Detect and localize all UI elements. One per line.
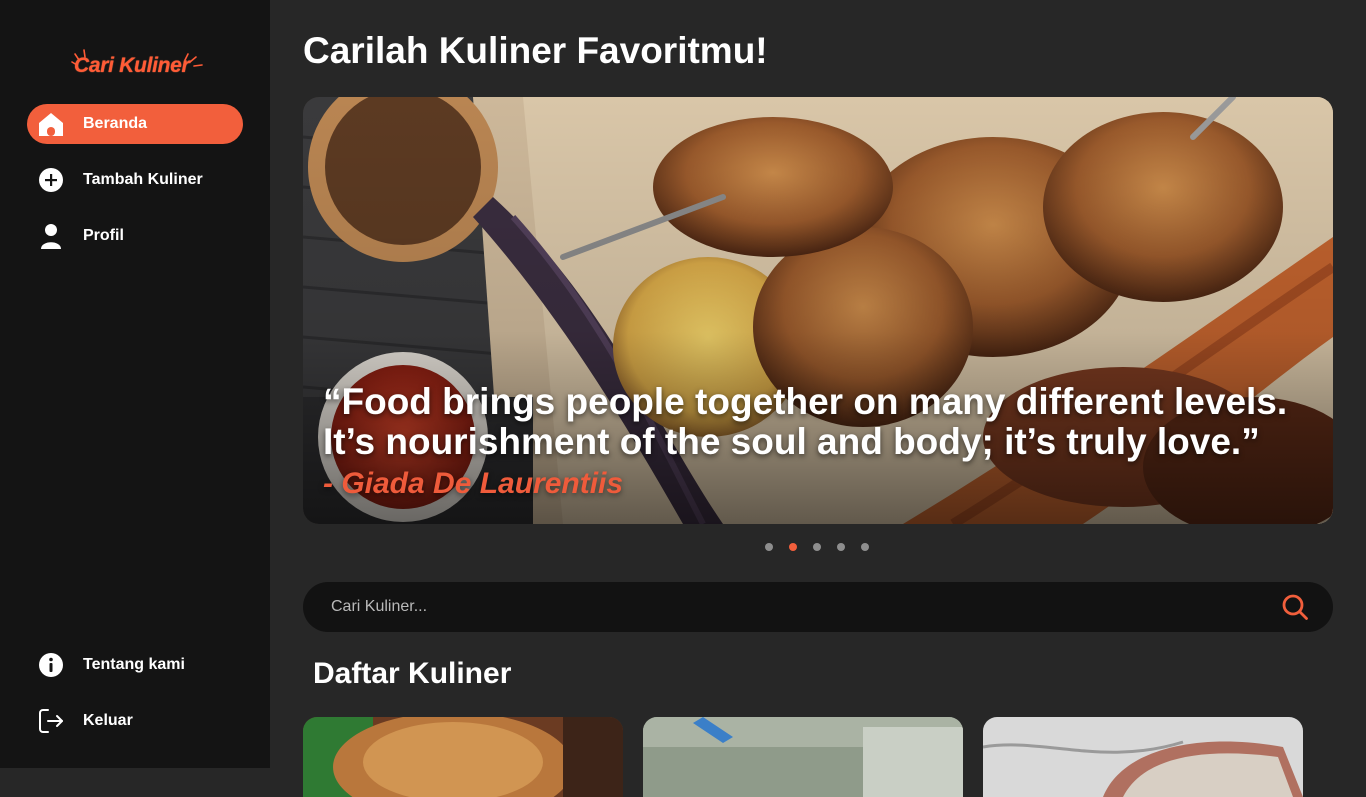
carousel-dot[interactable] (765, 543, 773, 551)
list-title: Daftar Kuliner (313, 657, 512, 690)
kuliner-card-image (643, 717, 963, 797)
sidebar-item-keluar[interactable]: Keluar (27, 701, 243, 741)
page-title: Carilah Kuliner Favoritmu! (303, 30, 768, 71)
carousel-dot[interactable] (837, 543, 845, 551)
kuliner-card[interactable] (303, 717, 623, 797)
carousel-dot-active[interactable] (789, 543, 797, 551)
hero-carousel[interactable]: “Food brings people together on many dif… (303, 97, 1333, 524)
user-icon (38, 223, 64, 249)
carousel-dot[interactable] (813, 543, 821, 551)
kuliner-card-image (303, 717, 623, 797)
sidebar-item-label: Profil (83, 227, 124, 244)
sidebar-item-label: Tambah Kuliner (83, 171, 203, 188)
kuliner-card[interactable] (643, 717, 963, 797)
carousel-indicators (765, 543, 869, 551)
sidebar-item-beranda[interactable]: Beranda (27, 104, 243, 144)
sidebar: Cari Kuliner Beranda Tambah Kuliner Prof… (0, 0, 270, 768)
kuliner-card[interactable] (983, 717, 1303, 797)
search-bar (303, 582, 1333, 632)
carousel-quote-author: - Giada De Laurentiis (323, 467, 624, 500)
info-icon (38, 652, 64, 678)
search-input[interactable] (331, 582, 1231, 632)
kuliner-card-image (983, 717, 1303, 797)
sidebar-item-label: Beranda (83, 115, 148, 132)
brand-logo[interactable]: Cari Kuliner (70, 48, 206, 86)
home-icon (38, 111, 64, 137)
plus-circle-icon (38, 167, 64, 193)
sidebar-item-tambah-kuliner[interactable]: Tambah Kuliner (27, 160, 243, 200)
brand-logo-text: Cari Kuliner (74, 54, 190, 77)
search-icon[interactable] (1281, 593, 1309, 621)
sidebar-item-tentang-kami[interactable]: Tentang kami (27, 645, 243, 685)
sidebar-item-profil[interactable]: Profil (27, 216, 243, 256)
carousel-dot[interactable] (861, 543, 869, 551)
sidebar-item-label: Tentang kami (83, 656, 185, 673)
carousel-quote: “Food brings people together on many dif… (323, 381, 1288, 462)
logout-icon (38, 708, 64, 734)
main-content: Carilah Kuliner Favoritmu! “Food brings … (270, 0, 1366, 797)
sidebar-item-label: Keluar (83, 712, 133, 729)
